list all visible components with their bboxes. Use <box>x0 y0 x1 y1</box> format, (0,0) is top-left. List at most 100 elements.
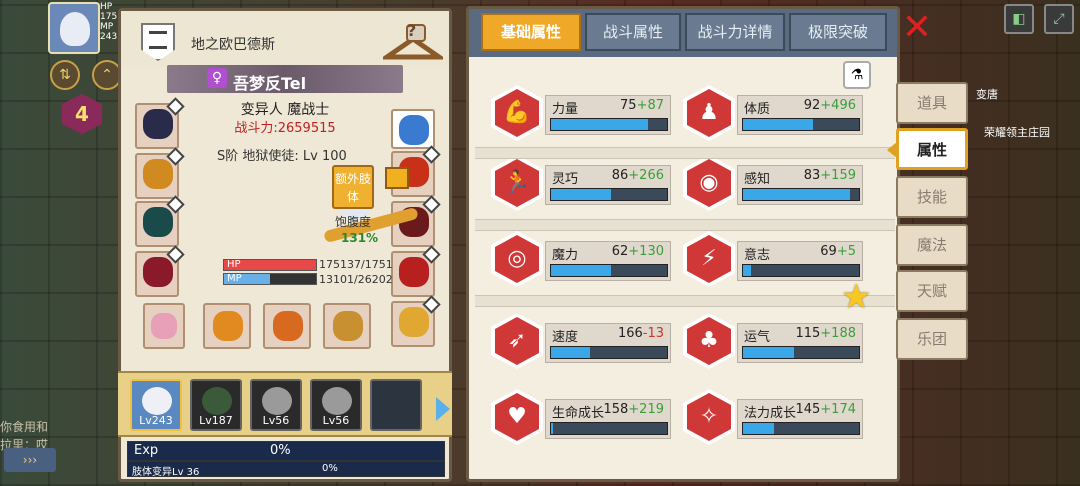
stat-bar-fill <box>743 423 775 434</box>
party-slot-empty[interactable] <box>370 379 422 431</box>
party-member[interactable]: Lv243 <box>130 379 182 431</box>
stat-box: 法力成长 145+174 <box>737 399 863 439</box>
stat-box: 灵巧 86+266 <box>545 165 671 205</box>
network-icon[interactable]: ◧ <box>1004 4 1034 34</box>
tab-power-details[interactable]: 战斗力详情 <box>685 13 785 51</box>
blue-crystal-icon <box>399 115 429 145</box>
hex-frame: ◉ <box>683 155 735 211</box>
stat-bar-fill <box>551 189 612 200</box>
party-member[interactable]: Lv187 <box>190 379 242 431</box>
stat-box: 魔力 62+130 <box>545 241 671 281</box>
hp-label: HP <box>227 259 241 270</box>
member-portrait <box>262 387 292 415</box>
tab-combat-attributes[interactable]: 战斗属性 <box>585 13 681 51</box>
clover-icon: ♣ <box>687 317 731 365</box>
boots-icon <box>399 257 429 287</box>
stat-bar <box>742 422 860 435</box>
spiral-icon: ◎ <box>495 235 539 283</box>
map-label: 变唐 <box>976 88 998 101</box>
mutation-bar: 肢体变异Lv 36 0% <box>127 461 445 478</box>
stat-base: 75 <box>620 98 637 113</box>
member-level: Lv56 <box>262 414 290 427</box>
stat-base: 69 <box>820 244 837 259</box>
stat-base: 92 <box>803 98 821 113</box>
stat-row[interactable]: ⚡ 意志 69+5 <box>683 231 865 287</box>
member-portrait <box>142 387 172 415</box>
stat-row[interactable]: ♣ 运气 115+188 <box>683 313 865 369</box>
armor-icon <box>143 257 173 287</box>
star-icon[interactable]: ★ <box>841 277 871 317</box>
chat-expand-button[interactable]: ››› <box>4 448 56 472</box>
stat-bar-fill <box>551 265 612 276</box>
stat-row[interactable]: 🏃 灵巧 86+266 <box>491 155 673 211</box>
hex-frame: ♟ <box>683 85 735 141</box>
satiety-value: 131% <box>341 231 379 245</box>
close-icon[interactable]: ✕ <box>900 10 934 46</box>
side-tab-items[interactable]: 道具 <box>896 82 968 124</box>
exp-value: 0% <box>270 443 291 458</box>
stat-row[interactable]: ➶ 速度 166-13 <box>491 313 673 369</box>
stat-row[interactable]: ◉ 感知 83+159 <box>683 155 865 211</box>
member-portrait <box>322 387 352 415</box>
stat-row[interactable]: 💪 力量 75+87 <box>491 85 673 141</box>
stat-value: 83+159 <box>804 168 856 183</box>
stat-bar <box>742 346 860 359</box>
swap-icon[interactable]: ⇅ <box>50 60 80 90</box>
equip-slot-accessory[interactable] <box>391 109 435 149</box>
mp-label: MP <box>227 273 242 284</box>
tab-basic-attributes[interactable]: 基础属性 <box>481 13 581 51</box>
party-member[interactable]: Lv56 <box>250 379 302 431</box>
side-tab-talent[interactable]: 天赋 <box>896 270 968 312</box>
female-icon: ♀ <box>207 68 227 88</box>
stat-base: 115 <box>795 326 821 341</box>
player-avatar[interactable] <box>48 2 100 54</box>
stat-base: 166 <box>617 326 643 341</box>
stat-row[interactable]: ♥ 生命成长 158+219 <box>491 389 673 445</box>
extra-limb-button[interactable]: 额外肢体 <box>332 165 374 209</box>
equip-slot-ring[interactable] <box>391 295 441 347</box>
equip-slot-neck[interactable] <box>135 147 185 199</box>
side-tab-skills[interactable]: 技能 <box>896 176 968 218</box>
stat-box: 感知 83+159 <box>737 165 863 205</box>
side-tab-band[interactable]: 乐团 <box>896 318 968 360</box>
weapon-slot-staff[interactable] <box>203 303 251 349</box>
party-member[interactable]: Lv56 <box>310 379 362 431</box>
stat-value: 86+266 <box>612 168 664 183</box>
hp-mp-values: 175137/1751 13101/26202 <box>319 257 393 287</box>
hex-frame: ✧ <box>683 389 735 445</box>
equip-slot-armor[interactable] <box>135 245 185 297</box>
hex-frame: 🏃 <box>491 155 543 211</box>
stat-bar <box>550 118 668 131</box>
stat-base: 86 <box>611 168 629 183</box>
stat-name: 意志 <box>744 248 771 263</box>
tab-limit-break[interactable]: 极限突破 <box>789 13 887 51</box>
stat-bonus: +174 <box>820 402 856 417</box>
hex-frame: 💪 <box>491 85 543 141</box>
stat-bonus: +219 <box>628 402 664 417</box>
torso-icon: ♟ <box>687 89 731 137</box>
member-level: Lv56 <box>322 414 350 427</box>
stat-box: 生命成长 158+219 <box>545 399 671 439</box>
speed-icon: ➶ <box>495 317 539 365</box>
stat-row[interactable]: ✧ 法力成长 145+174 <box>683 389 865 445</box>
chat-line: 你食用和 <box>0 420 49 434</box>
equip-slot-cloak[interactable] <box>135 195 185 247</box>
stat-bar-fill <box>743 119 813 130</box>
attribute-tabs: 基础属性 战斗属性 战斗力详情 极限突破 <box>469 9 897 57</box>
side-tab-attributes[interactable]: 属性 <box>887 128 968 170</box>
party-scroll-right-icon[interactable] <box>436 397 450 421</box>
equip-slot-boots[interactable] <box>391 245 441 297</box>
stat-row[interactable]: ◎ 魔力 62+130 <box>491 231 673 287</box>
equip-slot-head[interactable] <box>135 97 185 149</box>
row-divider <box>475 147 895 159</box>
side-tab-magic[interactable]: 魔法 <box>896 224 968 266</box>
weapon-slot-offhand[interactable] <box>143 303 185 349</box>
stat-row[interactable]: ♟ 体质 92+496 <box>683 85 865 141</box>
weapon-slot-bow[interactable] <box>323 303 371 349</box>
character-panel: 地之欧巴德斯 ? ♀ 吾梦反Tel 变异人 魔战士 战斗力:2659515 S阶… <box>118 8 452 482</box>
weapon-slot-spear[interactable] <box>263 303 311 349</box>
stat-bar-fill <box>551 423 554 434</box>
stat-box: 体质 92+496 <box>737 95 863 135</box>
fullscreen-icon[interactable]: ⤢ <box>1044 4 1074 34</box>
stat-value: 75+87 <box>620 98 664 113</box>
